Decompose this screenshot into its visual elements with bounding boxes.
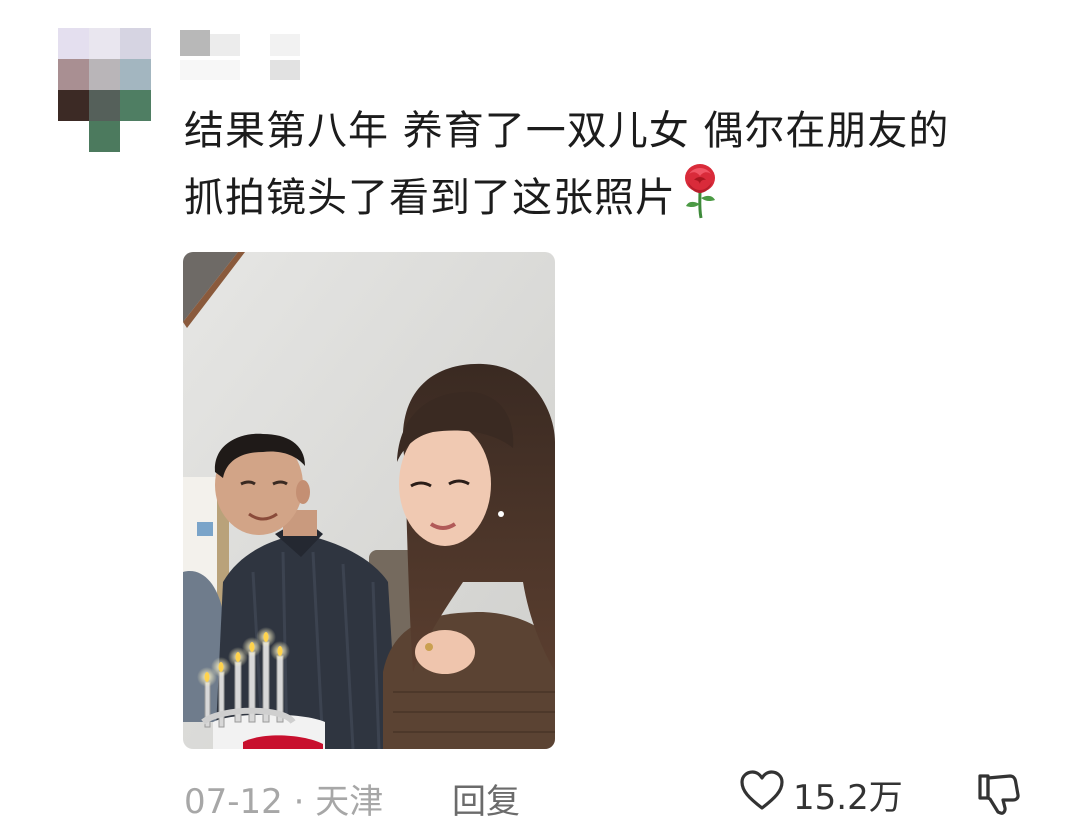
dislike-button[interactable] [974,770,1022,818]
comment-text-line-1: 结果第八年 养育了一双儿女 偶尔在朋友的 [184,108,950,154]
rose-icon [680,162,720,238]
like-button[interactable]: 15.2万 [739,768,903,820]
comment-item: 结果第八年 养育了一双儿女 偶尔在朋友的 抓拍镜头了看到了这张照片 07-12 … [0,0,1080,822]
heart-icon [739,769,785,820]
reply-button[interactable]: 回复 [452,774,520,822]
photo-image [183,252,555,749]
comment-date: 07-12 [184,782,283,822]
meta-separator: · [293,782,305,822]
avatar[interactable] [58,28,151,152]
comment-location: 天津 [315,782,384,822]
comment-photo[interactable] [183,252,555,749]
comment-text-line-2-text: 抓拍镜头了看到了这张照片 [184,175,676,221]
comment-footer: 07-12 · 天津 回复 15.2万 [184,768,1024,822]
username[interactable] [180,30,320,82]
like-count: 15.2万 [793,777,903,818]
comment-text: 结果第八年 养育了一双儿女 偶尔在朋友的 抓拍镜头了看到了这张照片 [184,100,1034,238]
thumbs-down-icon [974,774,1022,822]
comment-text-line-2: 抓拍镜头了看到了这张照片 [184,162,1034,238]
comment-meta: 07-12 · 天津 [184,774,383,822]
username-text [180,30,181,31]
